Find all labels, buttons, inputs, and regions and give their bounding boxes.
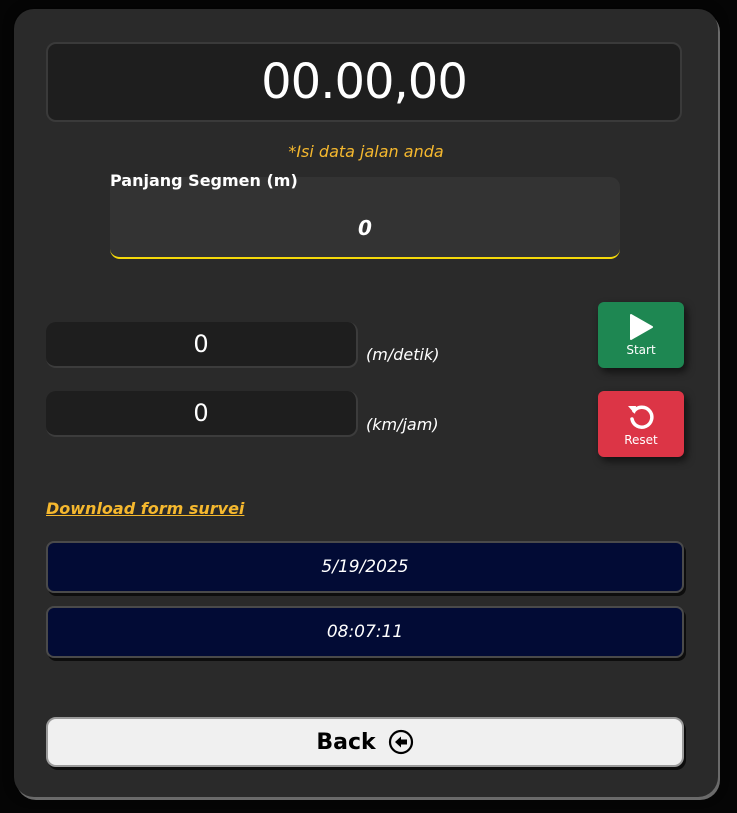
time-display: 08:07:11: [46, 606, 684, 658]
speed-kmh-unit: (km/jam): [366, 415, 439, 434]
reset-button[interactable]: Reset: [598, 391, 684, 457]
date-display: 5/19/2025: [46, 541, 684, 593]
download-form-link[interactable]: Download form survei: [46, 499, 244, 518]
play-icon: [630, 314, 653, 340]
reset-button-label: Reset: [624, 433, 658, 447]
main-card: 00.00,00 *Isi data jalan anda Panjang Se…: [14, 9, 718, 797]
speed-ms-field[interactable]: [46, 322, 358, 368]
arrow-left-circle-icon: [388, 729, 413, 755]
segment-length-label: Panjang Segmen (m): [110, 171, 298, 190]
back-button-label: Back: [316, 729, 376, 755]
start-button-label: Start: [626, 343, 656, 357]
start-button[interactable]: Start: [598, 302, 684, 368]
time-value: 08:07:11: [326, 622, 404, 642]
reset-icon: [628, 405, 654, 429]
speed-ms-unit: (m/detik): [366, 345, 440, 364]
timer-display: 00.00,00: [46, 42, 682, 122]
date-value: 5/19/2025: [321, 557, 409, 577]
back-button[interactable]: Back: [46, 717, 684, 767]
speed-kmh-field[interactable]: [46, 391, 358, 437]
hint-text: *Isi data jalan anda: [288, 142, 444, 161]
timer-value: 00.00,00: [261, 54, 468, 110]
